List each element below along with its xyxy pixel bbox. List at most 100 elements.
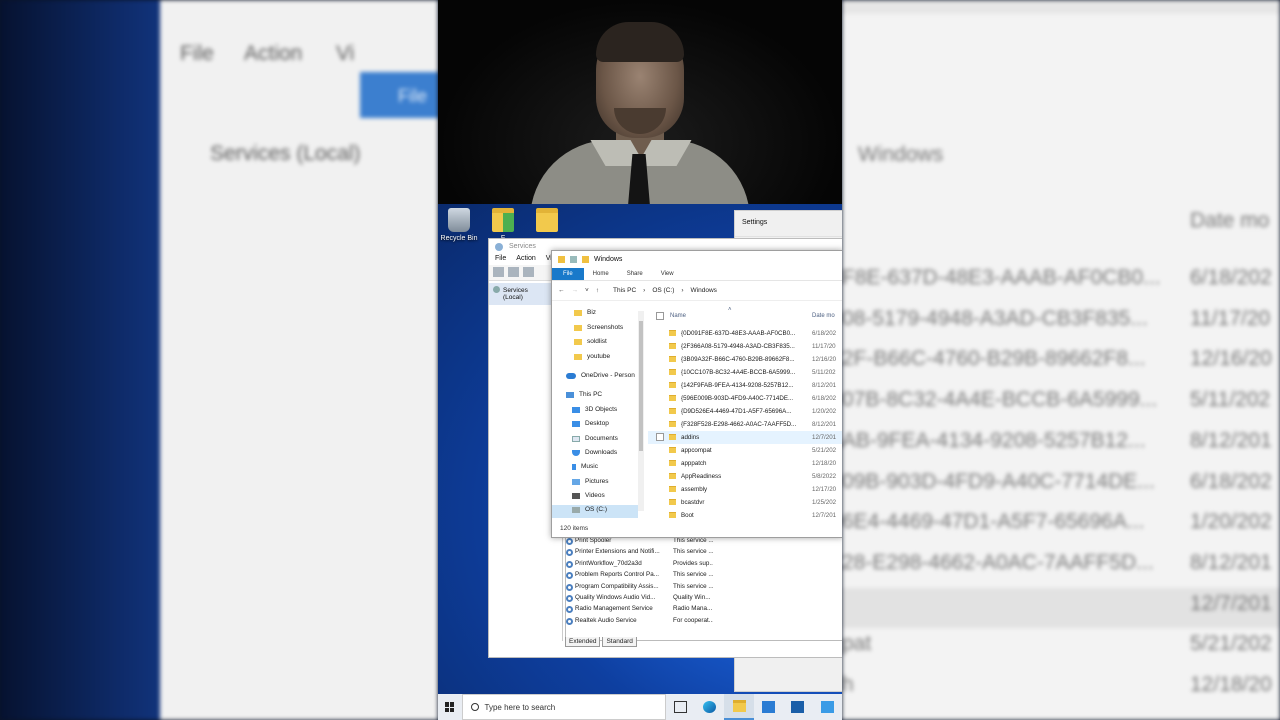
ribbon-tab-view[interactable]: View: [652, 269, 683, 279]
file-row[interactable]: bcastdvr 1/25/202: [648, 496, 842, 509]
file-row[interactable]: {596E009B-903D-4FD9-A40C-7714DE... 6/18/2…: [648, 392, 842, 405]
file-row[interactable]: {D9D526E4-4469-47D1-A5F7-65696A... 1/20/2…: [648, 405, 842, 418]
file-row[interactable]: assembly 12/17/20: [648, 483, 842, 496]
nav-item[interactable]: Pictures: [572, 478, 608, 485]
service-row[interactable]: PrintWorkflow_70d2a3d Provides sup...: [566, 560, 842, 571]
console-tree-icon[interactable]: [523, 267, 534, 277]
file-row[interactable]: {0D091F8E-637D-48E3-AAAB-AF0CB0... 6/18/2…: [648, 327, 842, 340]
tab-standard[interactable]: Standard: [602, 637, 637, 647]
address-bar[interactable]: ← → ˅ ↑ This PC › OS (C:) › Windows: [552, 281, 842, 301]
windows-logo-icon: [444, 702, 455, 712]
nav-item[interactable]: Documents: [572, 435, 618, 442]
breadcrumb-windows[interactable]: Windows: [691, 287, 717, 294]
service-description: For cooperat...: [673, 616, 713, 624]
ribbon-tab-share[interactable]: Share: [618, 269, 652, 279]
service-row[interactable]: Realtek Audio Service For cooperat...: [566, 617, 842, 628]
file-date: 5/8/2022: [812, 473, 837, 480]
file-row[interactable]: {3B09A32F-B66C-4760-B29B-89662F8... 12/16…: [648, 353, 842, 366]
file-explorer-icon[interactable]: [724, 694, 754, 720]
file-row[interactable]: {2F366A08-5179-4948-A3AD-CB3F835... 11/17…: [648, 340, 842, 353]
nav-item[interactable]: 3D Objects: [572, 406, 617, 413]
nav-item[interactable]: Screenshots: [574, 324, 623, 331]
service-row[interactable]: Printer Extensions and Notifi... This ser…: [566, 548, 842, 559]
file-explorer-window[interactable]: Windows File Home Share View ← → ˅ ↑ Thi…: [551, 250, 842, 538]
file-row[interactable]: appcompat 5/21/202: [648, 444, 842, 457]
new-folder-icon[interactable]: [582, 256, 589, 263]
services-menu-action[interactable]: Action: [516, 255, 535, 265]
nav-scrollbar[interactable]: [638, 311, 644, 511]
file-row[interactable]: {142F9FAB-9FEA-4134-9208-5257B12... 8/12/…: [648, 379, 842, 392]
nav-item[interactable]: soldlist: [574, 338, 607, 345]
start-button[interactable]: [438, 694, 462, 720]
ribbon-tab-file[interactable]: File: [552, 268, 584, 280]
breadcrumb-this-pc[interactable]: This PC: [613, 287, 636, 294]
file-row[interactable]: addins 12/7/201: [648, 431, 842, 444]
service-row[interactable]: Quality Windows Audio Vid... Quality Win.…: [566, 594, 842, 605]
nav-item[interactable]: Downloads: [572, 449, 617, 456]
task-view-icon[interactable]: [666, 694, 695, 720]
service-description: This service ...: [673, 537, 713, 544]
services-menu-file[interactable]: File: [495, 255, 506, 265]
bg-file-date: 8/12/201: [1190, 428, 1272, 452]
nav-item[interactable]: OneDrive - Person: [566, 372, 635, 379]
desktop-icon-recycle-bin[interactable]: Recycle Bin: [438, 208, 482, 242]
mail-icon[interactable]: [754, 694, 783, 720]
bg-menu-action: Action: [244, 42, 303, 65]
folder-icon: [669, 382, 676, 388]
select-all-checkbox[interactable]: [656, 312, 664, 320]
file-row[interactable]: AppReadiness 5/8/2022: [648, 470, 842, 483]
nav-item[interactable]: OS (C:): [572, 506, 607, 513]
file-row[interactable]: Boot 12/7/201: [648, 509, 842, 522]
column-headers: Name ˄ Date mo: [648, 307, 842, 323]
bg-file-date: 12/7/201: [1190, 591, 1272, 615]
bg-file-name: 09B-903D-4FD9-A40C-7714DE...: [842, 469, 1155, 493]
gear-icon: [566, 583, 573, 591]
service-row[interactable]: Program Compatibility Assis... This servi…: [566, 583, 842, 594]
file-date: 6/18/202: [812, 395, 837, 402]
photos-icon[interactable]: [813, 694, 842, 720]
file-row[interactable]: {F328F528-E298-4662-A0AC-7AAFF5D... 8/12/…: [648, 418, 842, 431]
gear-icon: [566, 538, 573, 545]
properties-icon[interactable]: [570, 256, 577, 263]
desktop-icon-folder-2[interactable]: [524, 208, 570, 235]
bg-file-name: AB-9FEA-4134-9208-5257B12...: [842, 428, 1146, 452]
column-header-date[interactable]: Date mo: [812, 313, 835, 319]
file-name: appcompat: [681, 447, 712, 454]
recent-locations-icon[interactable]: ˅: [585, 287, 589, 294]
up-arrow-icon[interactable]: ↑: [596, 287, 599, 294]
file-name: AppReadiness: [681, 473, 722, 480]
nav-scrollbar-thumb[interactable]: [639, 321, 643, 451]
desktop-icon-folder[interactable]: F: [480, 208, 526, 242]
nav-item[interactable]: Music: [572, 463, 598, 470]
nav-item[interactable]: Biz: [574, 309, 596, 316]
column-header-name[interactable]: Name: [670, 313, 686, 319]
back-arrow-icon[interactable]: ←: [558, 287, 565, 294]
service-row[interactable]: Print Spooler This service ...: [566, 537, 842, 548]
nav-item[interactable]: Videos: [572, 492, 605, 499]
bg-file-name: 2F-B66C-4760-B29B-89662F8...: [842, 347, 1146, 371]
service-row[interactable]: Radio Management Service Radio Mana...: [566, 605, 842, 616]
nav-item[interactable]: This PC: [566, 391, 602, 398]
file-date: 5/11/202: [812, 369, 836, 376]
file-date: 12/7/201: [812, 434, 837, 441]
explorer-titlebar: Windows: [552, 251, 842, 268]
nav-item[interactable]: youtube: [574, 353, 610, 360]
file-name: {F328F528-E298-4662-A0AC-7AAFF5D...: [681, 421, 797, 428]
back-icon[interactable]: [493, 267, 504, 277]
ribbon-tab-home[interactable]: Home: [584, 269, 618, 279]
nav-item-label: youtube: [587, 353, 611, 360]
store-icon[interactable]: [783, 694, 812, 720]
file-row[interactable]: {10CC107B-8C32-4A4E-BCCB-6A5999... 5/11/2…: [648, 366, 842, 379]
service-name: Realtek Audio Service: [575, 616, 637, 624]
bg-file-date: 8/12/201: [1190, 550, 1272, 574]
service-row[interactable]: Problem Reports Control Pa... This servic…: [566, 571, 842, 582]
row-checkbox[interactable]: [656, 433, 664, 441]
file-row[interactable]: apppatch 12/18/20: [648, 457, 842, 470]
tab-extended[interactable]: Extended: [565, 637, 601, 647]
breadcrumb-os-c[interactable]: OS (C:): [652, 287, 674, 294]
edge-icon[interactable]: [695, 694, 724, 720]
forward-icon[interactable]: [508, 267, 519, 277]
nav-item[interactable]: Desktop: [572, 420, 609, 427]
taskbar-search[interactable]: Type here to search: [461, 694, 666, 720]
forward-arrow-icon[interactable]: →: [572, 287, 579, 294]
